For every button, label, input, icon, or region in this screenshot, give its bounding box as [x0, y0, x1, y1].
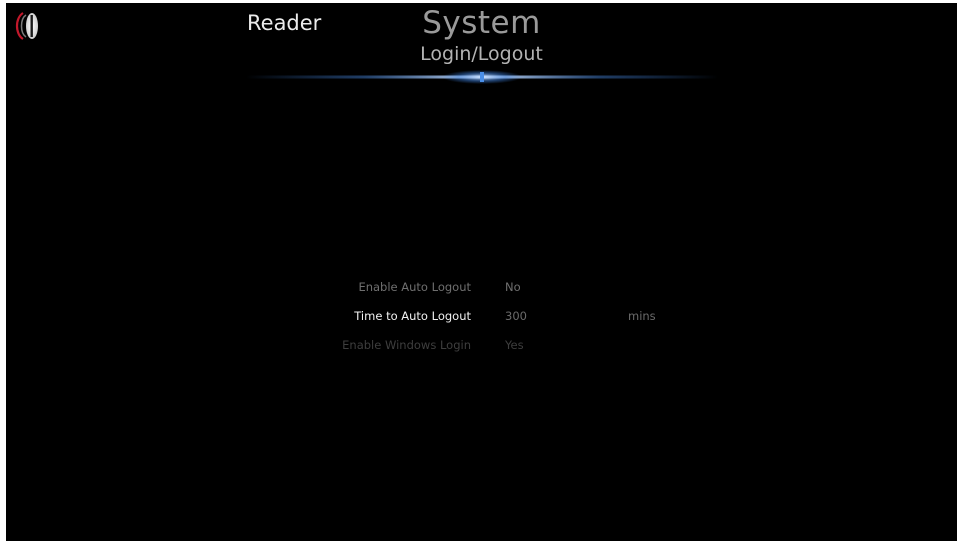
setting-unit: mins: [628, 309, 656, 323]
setting-row-time-to-auto-logout[interactable]: Time to Auto Logout 300 mins: [6, 306, 957, 326]
app-screen: Reader System Login/Logout Enable Auto L…: [6, 3, 957, 541]
setting-value[interactable]: 300: [505, 306, 527, 326]
page-title: System: [422, 5, 541, 41]
setting-label: Enable Windows Login: [342, 338, 471, 352]
page-subtitle: Login/Logout: [420, 43, 543, 65]
setting-row-enable-windows-login[interactable]: Enable Windows Login Yes: [6, 335, 957, 355]
header-glow-divider: [246, 69, 718, 84]
setting-row-enable-auto-logout[interactable]: Enable Auto Logout No: [6, 277, 957, 297]
setting-label: Time to Auto Logout: [354, 309, 471, 323]
setting-value[interactable]: No: [505, 277, 521, 297]
setting-label: Enable Auto Logout: [358, 280, 471, 294]
setting-value[interactable]: Yes: [505, 335, 524, 355]
